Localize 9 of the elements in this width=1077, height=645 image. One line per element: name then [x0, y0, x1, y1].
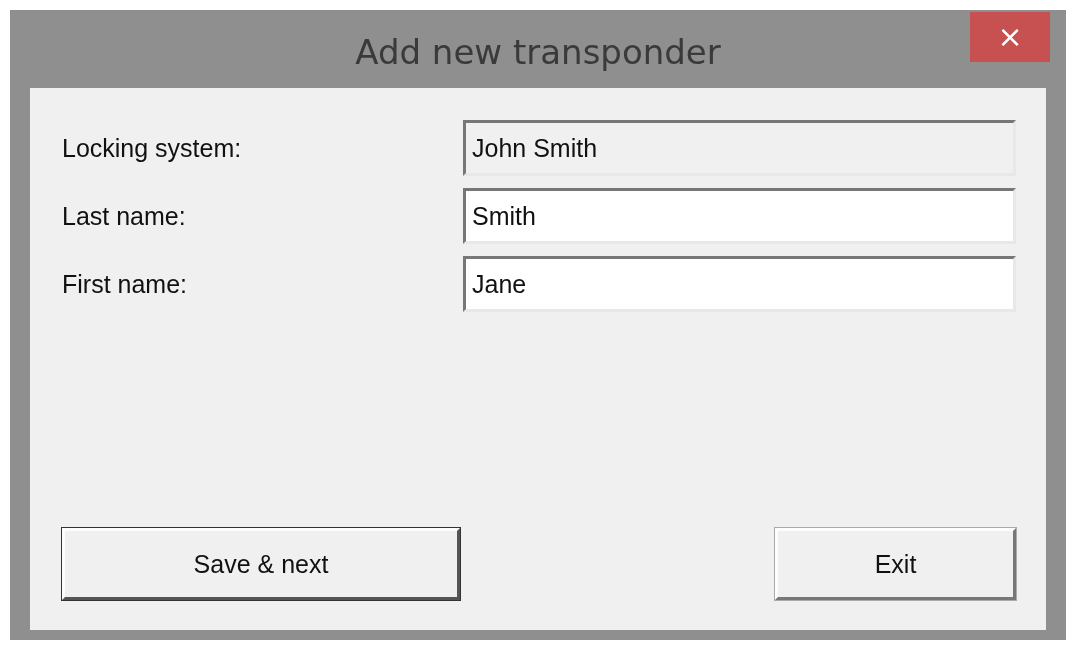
save-button[interactable]: Save & next — [62, 528, 460, 600]
input-field[interactable]: Smith — [463, 188, 1016, 244]
field-label: Last name: — [62, 201, 186, 231]
input-field[interactable]: Jane — [463, 256, 1016, 312]
field-label: First name: — [62, 269, 188, 299]
field-label: Locking system: — [62, 133, 242, 163]
exit-button[interactable]: Exit — [775, 528, 1016, 600]
window-title: Add new transponder — [355, 32, 721, 72]
close-button[interactable]: × — [970, 12, 1050, 62]
